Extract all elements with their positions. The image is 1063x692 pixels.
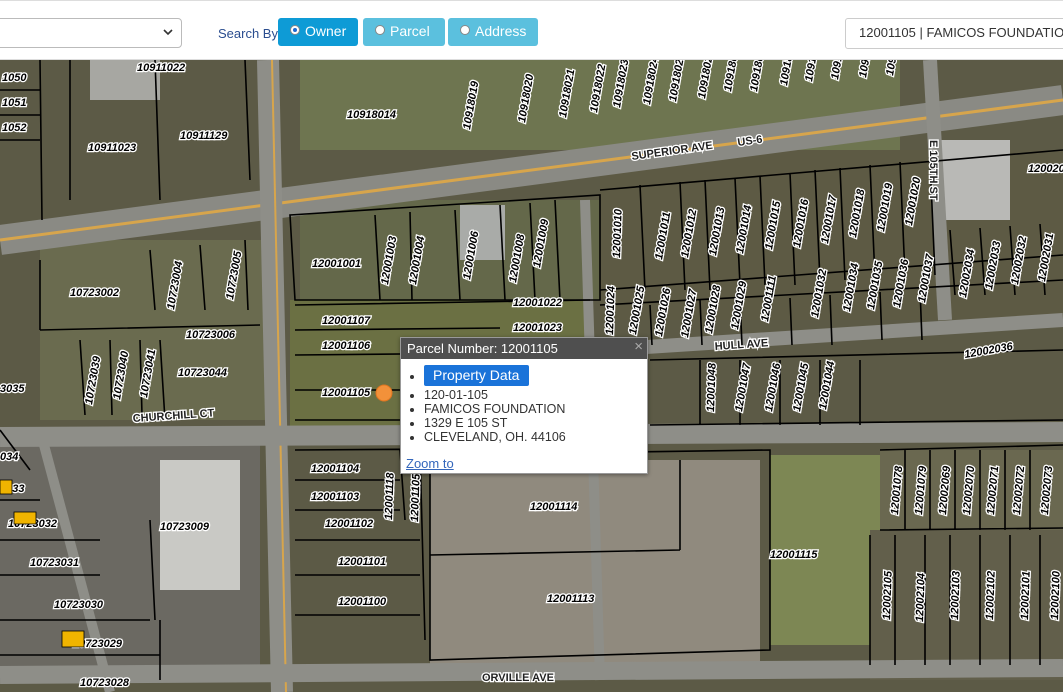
zoom-to-link[interactable]: Zoom to bbox=[406, 456, 454, 471]
parcel-details-list: Property Data 120-01-105 FAMICOS FOUNDAT… bbox=[401, 365, 647, 444]
address-option-label: Address bbox=[475, 23, 527, 39]
chevron-down-icon bbox=[163, 29, 173, 36]
parcel-label: 12001118 bbox=[383, 472, 397, 521]
parcel-label: 10918014 bbox=[347, 109, 396, 121]
parcel-label: 12001048 bbox=[705, 362, 719, 412]
popup-title: Parcel Number: 12001105 bbox=[407, 341, 558, 356]
toolbar: Search By Owner Parcel Address 12001105 … bbox=[0, 0, 1063, 60]
parcel-label: 10723028 bbox=[80, 677, 130, 689]
parcel-label: 12001024 bbox=[604, 286, 618, 335]
parcel-label: 10723030 bbox=[54, 599, 104, 611]
parcel-label: 12001102 bbox=[325, 518, 373, 530]
parcel-label: 12001104 bbox=[311, 463, 359, 475]
search-option-owner[interactable]: Owner bbox=[278, 18, 358, 46]
parcel-label: 12002105 bbox=[881, 570, 895, 620]
parcel-label: 1051 bbox=[2, 97, 26, 109]
list-item: 120-01-105 bbox=[424, 388, 647, 402]
search-option-address[interactable]: Address bbox=[448, 18, 538, 46]
list-item: FAMICOS FOUNDATION bbox=[424, 402, 647, 416]
parcel-label: 034 bbox=[0, 451, 18, 463]
parcel-label: 10723006 bbox=[186, 329, 236, 341]
owner-option-label: Owner bbox=[305, 23, 347, 39]
radio-selected-icon[interactable] bbox=[290, 25, 300, 35]
layer-dropdown[interactable] bbox=[0, 18, 182, 48]
search-option-parcel[interactable]: Parcel bbox=[363, 18, 445, 46]
parcel-label: 12001001 bbox=[312, 258, 361, 270]
search-input[interactable]: 12001105 | FAMICOS FOUNDATION bbox=[845, 18, 1063, 49]
parcel-label: 12001115 bbox=[770, 549, 818, 561]
parcel-label: 12002001 bbox=[1028, 163, 1063, 175]
parcel-label: 10723031 bbox=[30, 557, 79, 569]
parcel-label: 12001022 bbox=[513, 297, 562, 309]
parcel-label: 12001101 bbox=[338, 556, 386, 568]
selected-parcel-marker[interactable] bbox=[375, 384, 393, 402]
parcel-label: 3035 bbox=[0, 383, 25, 395]
parcel-label: 12001114 bbox=[530, 501, 577, 513]
parcel-popup: Parcel Number: 12001105 × Property Data … bbox=[400, 337, 648, 474]
radio-icon[interactable] bbox=[375, 25, 385, 35]
parcel-label: 12002102 bbox=[984, 571, 998, 620]
list-item: Property Data bbox=[424, 365, 647, 388]
street-label: E 105TH ST bbox=[927, 140, 939, 201]
parcel-label: 10723044 bbox=[178, 367, 227, 379]
property-data-button[interactable]: Property Data bbox=[424, 365, 530, 386]
parcel-label: 12001100 bbox=[338, 596, 387, 608]
parcel-label: 12002104 bbox=[914, 573, 928, 622]
parcel-label: 12002100 bbox=[1049, 570, 1063, 620]
parcel-label: 10723009 bbox=[160, 521, 210, 533]
parcel-label: 12001105 bbox=[322, 387, 371, 399]
parcel-label: 12001105 bbox=[409, 473, 423, 522]
popup-header: Parcel Number: 12001105 × bbox=[401, 338, 647, 359]
parcel-label: 10911022 bbox=[137, 62, 185, 74]
parcel-option-label: Parcel bbox=[390, 23, 430, 39]
parcel-label: 10723002 bbox=[70, 287, 119, 299]
list-item: 1329 E 105 ST bbox=[424, 416, 647, 430]
parcel-label: 12002101 bbox=[1019, 571, 1033, 620]
parcel-label: 10911023 bbox=[88, 142, 136, 154]
parcel-label: 12001010 bbox=[611, 208, 625, 258]
parcel-label: 12001023 bbox=[513, 322, 562, 334]
parcel-label: 10911129 bbox=[180, 130, 228, 142]
street-label: ORVILLE AVE bbox=[482, 672, 554, 684]
parcel-label: 12001113 bbox=[547, 593, 594, 605]
close-icon[interactable]: × bbox=[634, 338, 643, 355]
parcel-label: 12001103 bbox=[311, 491, 359, 503]
parcel-label: 1052 bbox=[2, 122, 26, 134]
parcel-label: 1050 bbox=[2, 72, 27, 84]
parcel-label: 12002103 bbox=[949, 571, 963, 620]
radio-icon[interactable] bbox=[460, 25, 470, 35]
parcel-label: 12001107 bbox=[322, 315, 371, 327]
search-by-label: Search By bbox=[218, 26, 278, 41]
parcel-label: 12001106 bbox=[322, 340, 371, 352]
list-item: CLEVELAND, OH. 44106 bbox=[424, 430, 647, 444]
